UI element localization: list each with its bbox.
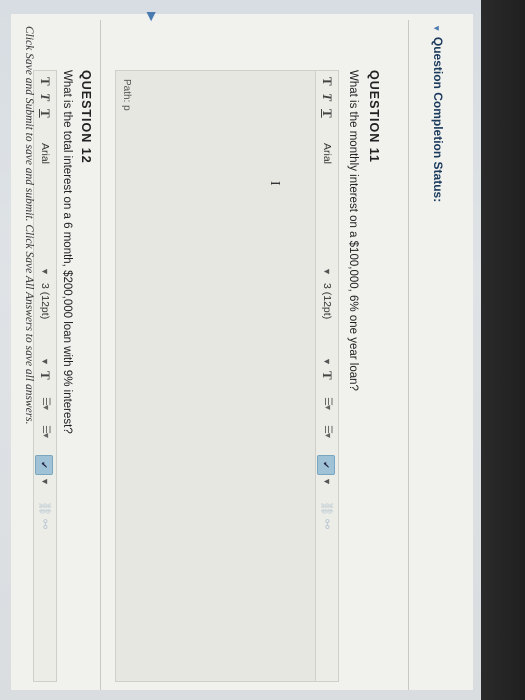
italic-button[interactable]: T — [38, 93, 53, 101]
question-11-text: What is the monthly interest on a $100,0… — [347, 70, 359, 391]
screen: ▾ Question Completion Status: QUESTION 1… — [0, 0, 481, 700]
link-icon[interactable]: ⛓ — [38, 501, 52, 516]
underline-button[interactable]: T — [320, 109, 335, 118]
bold-button[interactable]: T — [38, 77, 53, 86]
question-12-title: QUESTION 12 — [79, 70, 93, 164]
collapse-triangle-icon[interactable]: ▾ — [432, 26, 442, 31]
chevron-down-icon[interactable]: ▼ — [38, 357, 52, 366]
monitor-bezel — [481, 0, 525, 700]
link-icon[interactable]: ⛓ — [320, 501, 334, 516]
font-family-select[interactable]: Arial — [320, 143, 334, 164]
test-page: ▾ Question Completion Status: QUESTION 1… — [11, 12, 473, 690]
spellcheck-icon[interactable]: ✔ — [317, 455, 335, 475]
divider — [408, 20, 409, 690]
font-family-select[interactable]: Arial — [38, 143, 52, 164]
font-size-select[interactable]: 3 (12pt) — [320, 283, 334, 319]
rotated-photo-stage: ▾ Question Completion Status: QUESTION 1… — [0, 0, 525, 700]
question-11-title: QUESTION 11 — [367, 70, 381, 163]
chevron-down-icon[interactable]: ▼ — [38, 267, 52, 276]
text-color-button[interactable]: T — [38, 371, 53, 380]
footer-instructions: Click Save and Submit to save and submit… — [23, 26, 35, 425]
editor-toolbar: T T T Arial ▼ 3 (12pt) ▼ T ☰▾ ☰▾ ✔ ▼ ⛓ ⚯ — [33, 71, 56, 681]
bullet-list-icon[interactable]: ☰▾ — [38, 397, 52, 409]
unlink-icon[interactable]: ⚯ — [320, 519, 334, 529]
numbered-list-icon[interactable]: ☰▾ — [38, 425, 52, 437]
path-label: Path: p — [121, 79, 132, 111]
spellcheck-icon[interactable]: ✔ — [35, 455, 53, 475]
divider — [100, 20, 101, 690]
editor-toolbar: T T T Arial ▼ 3 (12pt) ▼ T ☰▾ ☰▾ ✔ ▼ ⛓ ⚯ — [315, 71, 338, 681]
question-completion-status[interactable]: ▾ Question Completion Status: — [429, 26, 445, 690]
text-cursor-icon: I — [267, 181, 282, 186]
chevron-down-icon[interactable]: ▼ — [320, 267, 334, 276]
chevron-down-icon[interactable]: ▼ — [38, 477, 52, 486]
underline-button[interactable]: T — [38, 109, 53, 118]
question-11-answer-editor[interactable]: T T T Arial ▼ 3 (12pt) ▼ T ☰▾ ☰▾ ✔ ▼ ⛓ ⚯… — [115, 70, 339, 682]
current-question-arrow-icon: ▶ — [145, 12, 159, 22]
bold-button[interactable]: T — [320, 77, 335, 86]
question-12-text: What is the total interest on a 6 month,… — [61, 70, 73, 434]
numbered-list-icon[interactable]: ☰▾ — [320, 425, 334, 437]
font-size-select[interactable]: 3 (12pt) — [38, 283, 52, 319]
text-color-button[interactable]: T — [320, 371, 335, 380]
bullet-list-icon[interactable]: ☰▾ — [320, 397, 334, 409]
unlink-icon[interactable]: ⚯ — [38, 519, 52, 529]
chevron-down-icon[interactable]: ▼ — [320, 357, 334, 366]
chevron-down-icon[interactable]: ▼ — [320, 477, 334, 486]
italic-button[interactable]: T — [320, 93, 335, 101]
status-heading: Question Completion Status: — [431, 36, 445, 203]
question-12-answer-editor[interactable]: T T T Arial ▼ 3 (12pt) ▼ T ☰▾ ☰▾ ✔ ▼ ⛓ ⚯ — [33, 70, 57, 682]
